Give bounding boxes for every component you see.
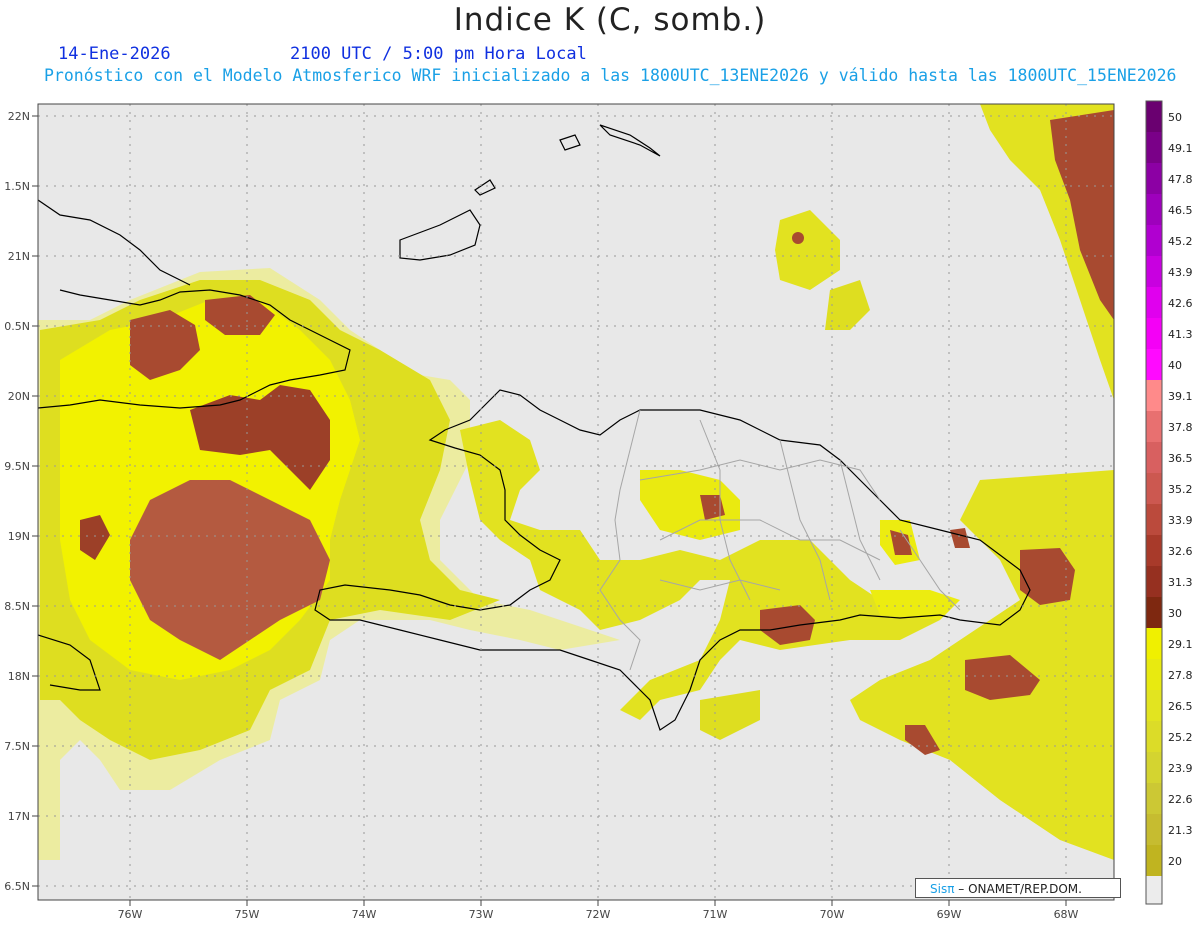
colorbar-swatch — [1146, 132, 1162, 163]
colorbar-label: 32.6 — [1168, 545, 1193, 558]
lat-label: 17N — [8, 810, 30, 823]
colorbar-label: 25.2 — [1168, 731, 1193, 744]
colorbar-swatch — [1146, 473, 1162, 504]
colorbar-label: 31.3 — [1168, 576, 1193, 589]
lat-label: 0.5N — [4, 320, 30, 333]
colorbar-label: 36.5 — [1168, 452, 1193, 465]
lat-label: 19N — [8, 530, 30, 543]
colorbar-swatch — [1146, 318, 1162, 349]
colorbar-swatch — [1146, 504, 1162, 535]
colorbar-label: 37.8 — [1168, 421, 1193, 434]
colorbar-swatch — [1146, 845, 1162, 876]
lon-label: 69W — [937, 908, 962, 921]
colorbar-label: 43.9 — [1168, 266, 1193, 279]
colorbar-label: 40 — [1168, 359, 1182, 372]
k-index-map: 22N 1.5N 21N 0.5N 20N 9.5N 19N 8.5N 18N 7.5N 17N 6.… — [4, 100, 1193, 921]
colorbar-swatch — [1146, 690, 1162, 721]
colorbar-swatch-below — [1146, 876, 1162, 904]
lat-label: 21N — [8, 250, 30, 263]
colorbar-swatch — [1146, 752, 1162, 783]
colorbar-label: 41.3 — [1168, 328, 1193, 341]
lon-label: 73W — [469, 908, 494, 921]
colorbar-swatch — [1146, 380, 1162, 411]
colorbar-swatch — [1146, 256, 1162, 287]
sispi-brand: Sisπ — [930, 882, 955, 896]
lon-label: 71W — [703, 908, 728, 921]
colorbar-swatch — [1146, 628, 1162, 659]
lon-label: 75W — [235, 908, 260, 921]
colorbar: 50 49.1 47.8 46.5 45.2 43.9 42.6 41.3 40 39.1 37.8… — [1145, 100, 1193, 905]
colorbar-swatch — [1146, 442, 1162, 473]
colorbar-swatch — [1146, 783, 1162, 814]
colorbar-label: 26.5 — [1168, 700, 1193, 713]
colorbar-swatch — [1146, 225, 1162, 256]
lat-label: 6.5N — [4, 880, 30, 893]
colorbar-swatch — [1146, 597, 1162, 628]
lat-label: 7.5N — [4, 740, 30, 753]
lon-label: 74W — [352, 908, 377, 921]
colorbar-swatch — [1146, 659, 1162, 690]
colorbar-swatch — [1146, 101, 1162, 132]
colorbar-label: 45.2 — [1168, 235, 1193, 248]
colorbar-label: 23.9 — [1168, 762, 1193, 775]
colorbar-label: 50 — [1168, 111, 1182, 124]
lat-label: 9.5N — [4, 460, 30, 473]
colorbar-label: 22.6 — [1168, 793, 1193, 806]
colorbar-label: 47.8 — [1168, 173, 1193, 186]
colorbar-swatch — [1146, 287, 1162, 318]
onamet-credit: – ONAMET/REP.DOM. — [958, 882, 1082, 896]
colorbar-swatch — [1146, 163, 1162, 194]
colorbar-swatch — [1146, 411, 1162, 442]
colorbar-label: 20 — [1168, 855, 1182, 868]
core-north — [792, 232, 804, 244]
lon-label: 76W — [118, 908, 143, 921]
longitude-labels: 76W 75W 74W 73W 72W 71W 70W 69W 68W — [118, 900, 1079, 921]
colorbar-label: 33.9 — [1168, 514, 1193, 527]
colorbar-swatch — [1146, 349, 1162, 380]
colorbar-swatch — [1146, 194, 1162, 225]
colorbar-label: 30 — [1168, 607, 1182, 620]
lon-label: 70W — [820, 908, 845, 921]
colorbar-label: 39.1 — [1168, 390, 1193, 403]
colorbar-swatch — [1146, 721, 1162, 752]
colorbar-swatch — [1146, 535, 1162, 566]
colorbar-swatch — [1146, 814, 1162, 845]
credit-box: Sisπ – ONAMET/REP.DOM. — [915, 878, 1121, 898]
lat-label: 18N — [8, 670, 30, 683]
latitude-labels: 22N 1.5N 21N 0.5N 20N 9.5N 19N 8.5N 18N 7.5N 17N 6.… — [4, 110, 38, 893]
colorbar-label: 49.1 — [1168, 142, 1193, 155]
colorbar-label: 42.6 — [1168, 297, 1193, 310]
lon-label: 72W — [586, 908, 611, 921]
lat-label: 22N — [8, 110, 30, 123]
lon-label: 68W — [1054, 908, 1079, 921]
colorbar-swatch — [1146, 566, 1162, 597]
lat-label: 8.5N — [4, 600, 30, 613]
lat-label: 1.5N — [4, 180, 30, 193]
colorbar-label: 21.3 — [1168, 824, 1193, 837]
colorbar-label: 46.5 — [1168, 204, 1193, 217]
lat-label: 20N — [8, 390, 30, 403]
colorbar-label: 35.2 — [1168, 483, 1193, 496]
colorbar-label: 27.8 — [1168, 669, 1193, 682]
colorbar-label: 29.1 — [1168, 638, 1193, 651]
